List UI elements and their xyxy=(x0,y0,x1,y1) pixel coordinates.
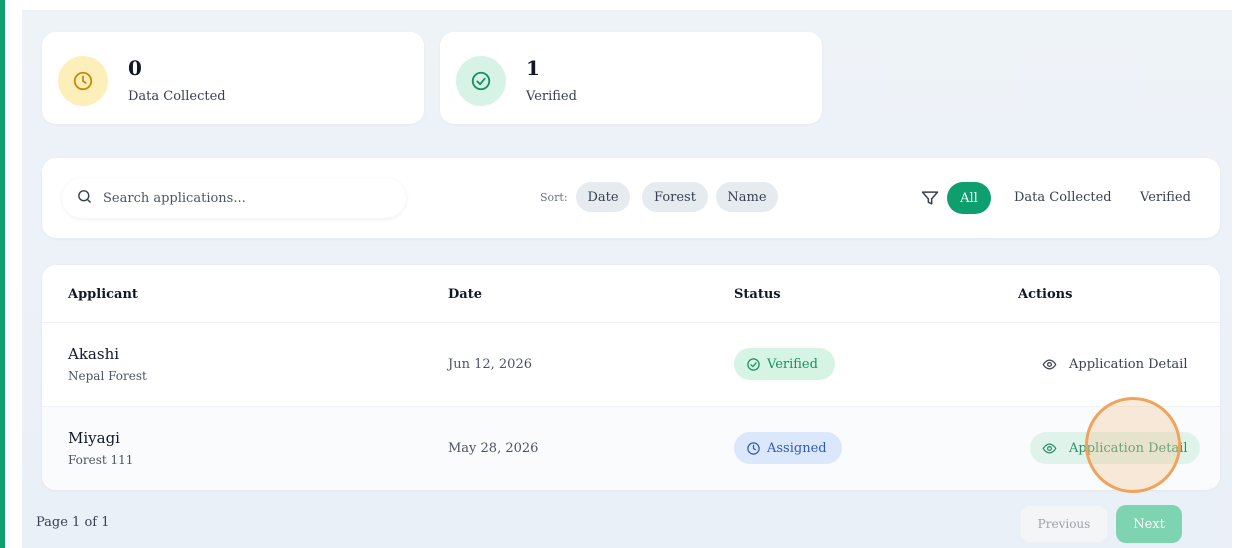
application-detail-button[interactable]: Application Detail xyxy=(1030,432,1200,464)
main-content: 0 Data Collected 1 Verified Sort: Date F… xyxy=(22,10,1232,548)
column-header-status: Status xyxy=(734,287,781,302)
sort-forest-chip[interactable]: Forest xyxy=(642,182,708,212)
stat-label: Verified xyxy=(526,89,577,104)
column-header-date: Date xyxy=(448,287,482,302)
applicant-name: Miyagi xyxy=(68,429,120,447)
action-label: Application Detail xyxy=(1069,440,1188,456)
check-circle-icon xyxy=(456,56,506,106)
search-input[interactable] xyxy=(103,190,393,206)
search-box[interactable] xyxy=(62,178,406,218)
stat-value: 0 xyxy=(128,56,142,80)
stat-value: 1 xyxy=(526,56,540,80)
filter-verified-button[interactable]: Verified xyxy=(1140,190,1191,205)
previous-button[interactable]: Previous xyxy=(1020,505,1108,543)
table-row: Akashi Nepal Forest Jun 12, 2026 Verifie… xyxy=(42,322,1220,406)
next-button[interactable]: Next xyxy=(1116,505,1182,543)
eye-icon xyxy=(1042,358,1057,370)
sort-name-chip[interactable]: Name xyxy=(716,182,778,212)
applicant-name: Akashi xyxy=(68,345,120,363)
applicant-forest: Nepal Forest xyxy=(68,369,147,383)
application-date: Jun 12, 2026 xyxy=(448,357,532,372)
filter-data-collected-button[interactable]: Data Collected xyxy=(1014,190,1112,205)
status-badge: Verified xyxy=(734,348,835,380)
eye-icon xyxy=(1042,442,1057,454)
search-icon xyxy=(76,188,93,209)
action-label: Application Detail xyxy=(1069,356,1188,372)
check-circle-icon xyxy=(747,357,760,371)
stat-label: Data Collected xyxy=(128,89,226,104)
page-info: Page 1 of 1 xyxy=(36,515,110,530)
application-detail-button[interactable]: Application Detail xyxy=(1042,348,1188,380)
status-badge: Assigned xyxy=(734,432,842,464)
clock-icon xyxy=(58,56,108,106)
applications-table: Applicant Date Status Actions Akashi Nep… xyxy=(42,265,1220,490)
filter-icon[interactable] xyxy=(920,188,940,212)
sort-label: Sort: xyxy=(540,191,568,204)
clock-icon xyxy=(747,441,760,455)
column-header-actions: Actions xyxy=(1018,287,1073,302)
sort-date-chip[interactable]: Date xyxy=(576,182,630,212)
status-text: Verified xyxy=(767,356,818,372)
applicant-forest: Forest 111 xyxy=(68,453,134,467)
filter-toolbar: Sort: Date Forest Name All Data Collecte… xyxy=(42,158,1220,238)
stat-card-data-collected: 0 Data Collected xyxy=(42,32,424,124)
column-header-applicant: Applicant xyxy=(68,287,138,302)
application-date: May 28, 2026 xyxy=(448,441,539,456)
filter-all-button[interactable]: All xyxy=(947,182,991,214)
left-accent-bar xyxy=(0,0,5,548)
table-row: Miyagi Forest 111 May 28, 2026 Assigned … xyxy=(42,406,1220,490)
stat-card-verified: 1 Verified xyxy=(440,32,822,124)
status-text: Assigned xyxy=(767,440,827,456)
